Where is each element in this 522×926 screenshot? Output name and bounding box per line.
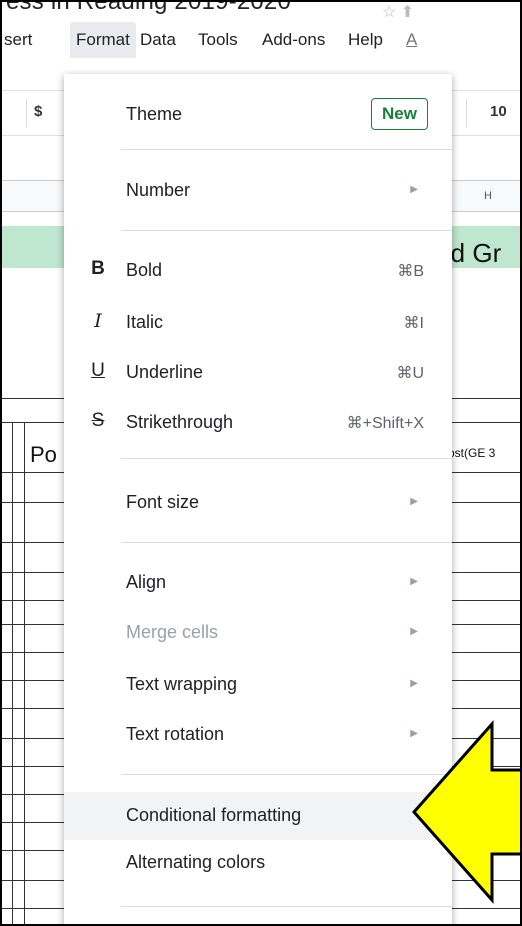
menu-item-label: Text wrapping (126, 674, 238, 694)
menu-item-strikethrough[interactable]: S Strikethrough ⌘+Shift+X (64, 402, 452, 444)
font-size-input[interactable]: 10 (490, 103, 507, 120)
bold-icon: B (91, 258, 105, 279)
menu-item-label: Merge cells (126, 622, 219, 642)
menu-item-text-wrapping[interactable]: Text wrapping ▶ (64, 664, 452, 706)
menu-item-label: Conditional formatting (126, 805, 302, 825)
menu-item-label: Italic (126, 312, 164, 332)
menu-item-merge-cells[interactable]: Merge cells ▶ (64, 612, 452, 654)
menu-item-label: Align (126, 572, 167, 592)
submenu-arrow-icon: ▶ (410, 184, 418, 195)
menu-item-alternating-colors[interactable]: Alternating colors (64, 842, 452, 884)
menu-item-label: Font size (126, 492, 200, 512)
menu-divider (121, 458, 452, 459)
toolbar-separator (26, 99, 27, 127)
shortcut-text: ⌘+Shift+X (346, 415, 424, 432)
screenshot-frame: ess in Reading 2019-2020 ☆ ⬆ sert Format… (0, 0, 522, 926)
shortcut-text: ⌘B (397, 263, 424, 280)
menu-addons[interactable]: Add-ons (262, 22, 325, 58)
menu-item-label: Alternating colors (126, 852, 266, 872)
shortcut-text: ⌘I (403, 315, 424, 332)
submenu-arrow-icon: ▶ (410, 496, 418, 507)
toolbar-separator (466, 99, 467, 127)
menu-item-number[interactable]: Number ▶ (64, 170, 452, 212)
menu-data[interactable]: Data (140, 22, 176, 58)
menu-bar: sert Format Data Tools Add-ons Help A (2, 22, 520, 58)
menu-format[interactable]: Format (70, 22, 136, 58)
star-icon[interactable]: ☆ ⬆ (382, 2, 414, 22)
column-h-header[interactable]: H (484, 190, 492, 202)
menu-item-theme[interactable]: Theme New (64, 94, 452, 136)
grid-column-line (24, 422, 25, 924)
menu-divider (121, 774, 452, 775)
underline-icon: U (91, 360, 105, 381)
submenu-arrow-icon: ▶ (410, 678, 418, 689)
menu-item-label: Theme (126, 104, 183, 124)
menu-help[interactable]: Help (348, 22, 383, 58)
strikethrough-icon: S (91, 410, 105, 431)
italic-icon: I (94, 310, 102, 332)
menu-item-label: Strikethrough (126, 412, 234, 432)
menu-item-italic[interactable]: I Italic ⌘I (64, 302, 452, 344)
menu-item-underline[interactable]: U Underline ⌘U (64, 352, 452, 394)
submenu-arrow-icon: ▶ (410, 626, 418, 637)
menu-insert[interactable]: sert (4, 22, 32, 58)
menu-item-label: Underline (126, 362, 204, 382)
menu-item-font-size[interactable]: Font size ▶ (64, 482, 452, 524)
menu-item-text-rotation[interactable]: Text rotation ▶ (64, 714, 452, 756)
new-badge: New (371, 98, 428, 130)
menu-item-conditional-formatting[interactable]: Conditional formatting (64, 792, 452, 840)
yellow-arrow-icon (412, 720, 520, 904)
format-menu: Theme New Number ▶ B Bold ⌘B I Italic ⌘I… (64, 74, 452, 924)
menu-item-bold[interactable]: B Bold ⌘B (64, 250, 452, 292)
cell-po-text[interactable]: Po (30, 442, 57, 468)
document-title[interactable]: ess in Reading 2019-2020 (6, 2, 291, 16)
menu-item-label: Text rotation (126, 724, 225, 744)
menu-item-align[interactable]: Align ▶ (64, 562, 452, 604)
menu-divider (121, 542, 452, 543)
menu-divider (121, 149, 452, 150)
shortcut-text: ⌘U (396, 365, 424, 382)
menu-item-label: Number (126, 180, 191, 200)
currency-button[interactable]: $ (34, 103, 42, 120)
menu-tools[interactable]: Tools (198, 22, 238, 58)
menu-item-label: Bold (126, 260, 163, 280)
cell-post-text[interactable]: ost(GE 3 (448, 446, 495, 460)
menu-divider (121, 906, 452, 907)
submenu-arrow-icon: ▶ (410, 576, 418, 587)
menu-last-edit[interactable]: A (406, 22, 417, 58)
menu-divider (121, 230, 452, 231)
grid-column-line (12, 422, 13, 924)
